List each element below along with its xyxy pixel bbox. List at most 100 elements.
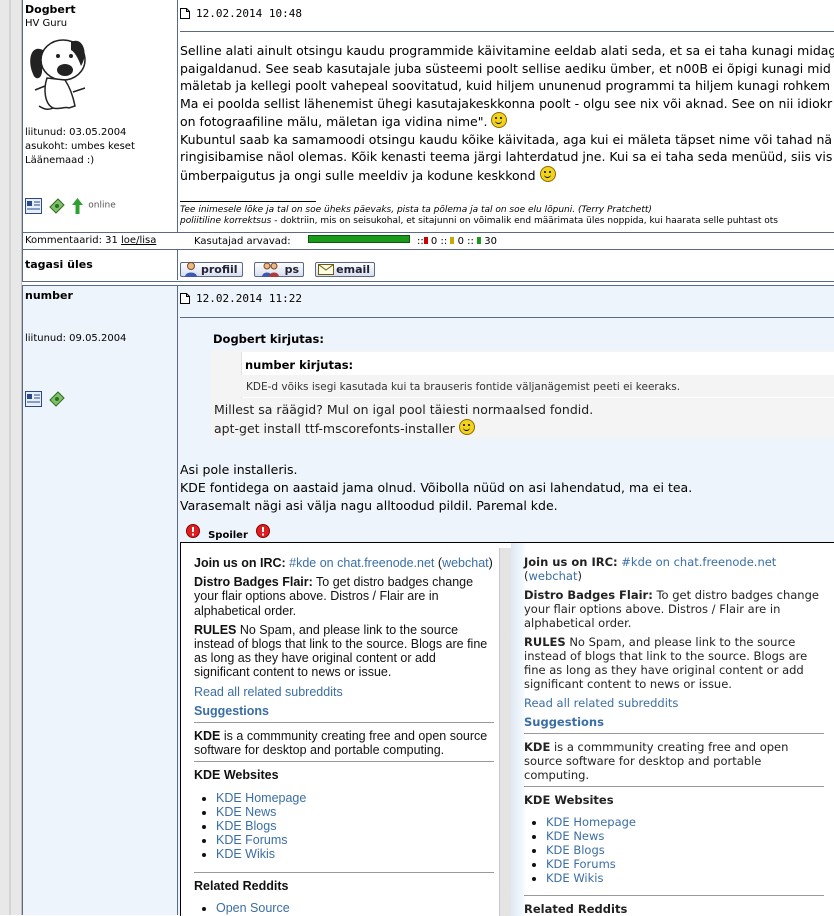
flair-label: Distro Badges Flair: <box>194 575 313 590</box>
post1-user-icons: online <box>25 195 116 214</box>
row-rule <box>22 232 834 233</box>
post1-action-buttons: profiil ps email <box>180 258 381 277</box>
irc-channel-link[interactable]: #kde on chat.freenode.net <box>621 555 776 569</box>
kde-text: is a commmunity creating free and open s… <box>194 729 488 758</box>
signature-rule <box>180 201 316 202</box>
profile-card-icon[interactable] <box>25 390 42 407</box>
post1-line: Kubuntul saab ka samamoodi otsingu kaudu… <box>180 131 833 147</box>
post1-rank: HV Guru <box>25 18 68 29</box>
spoiler-label: Spoiler <box>208 530 248 541</box>
outer-quote-line: apt-get install ttf-mscorefonts-installe… <box>214 421 455 436</box>
exclamation-icon <box>186 523 200 538</box>
related-heading: Related Reddits <box>524 902 628 916</box>
post2-user-icons <box>25 388 65 407</box>
webchat-link[interactable]: webchat <box>442 556 489 570</box>
website-link[interactable]: KDE Homepage <box>546 815 824 829</box>
read-all-link[interactable]: Read all related subreddits <box>194 685 494 699</box>
webchat-link[interactable]: webchat <box>529 569 578 583</box>
post1-location: asukoht: umbes keset <box>25 141 135 152</box>
website-link[interactable]: KDE Forums <box>216 833 494 847</box>
irc-channel-link[interactable]: #kde on chat.freenode.net <box>289 556 434 570</box>
website-link[interactable]: KDE Forums <box>546 857 824 871</box>
post2-username[interactable]: number <box>25 289 73 302</box>
profile-card-icon[interactable] <box>25 197 42 214</box>
website-link[interactable]: KDE Wikis <box>216 847 494 861</box>
post1-line: Ma ei poolda sellist lähenemist ühegi ka… <box>180 95 833 111</box>
suggestions-link[interactable]: Suggestions <box>524 715 824 729</box>
post1-line: paigaldanud. See seab kasutajale juba sü… <box>180 60 831 76</box>
read-all-link[interactable]: Read all related subreddits <box>524 696 824 710</box>
signature: Tee inimesele lõke ja tal on soe üheks p… <box>180 205 778 227</box>
right-sidebar-panel: Join us on IRC: #kde on chat.freenode.ne… <box>524 555 824 916</box>
rating-sep: :: <box>416 236 424 247</box>
exclamation-icon <box>256 523 270 538</box>
post2-joined: liitunud: 09.05.2004 <box>25 333 127 344</box>
user-rating: Kasutajad arvavad: :: 0 :: 0 :: 30 <box>194 235 497 247</box>
spoiler-image: Join us on IRC: #kde on chat.freenode.ne… <box>180 542 834 916</box>
rating-sep: :: <box>440 236 448 247</box>
outer-quote-line: Millest sa räägid? Mul on igal pool täie… <box>214 402 594 417</box>
outer-quote-author: Dogbert kirjutas: <box>213 332 324 346</box>
column-divider <box>177 250 178 280</box>
profile-button[interactable]: profiil <box>180 262 243 277</box>
rating-green-marker <box>477 237 482 244</box>
websites-heading: KDE Websites <box>194 768 279 783</box>
post2-header-rule <box>180 317 834 318</box>
row-rule <box>22 249 834 250</box>
signature-quote: Tee inimesele lõke ja tal on soe üheks p… <box>180 205 652 215</box>
rules-text: No Spam, and please link to the source i… <box>194 622 488 680</box>
spoiler-header[interactable]: Spoiler <box>186 520 270 541</box>
post1-body: Selline alati ainult otsingu kaudu progr… <box>180 42 834 184</box>
panel-divider <box>511 543 525 916</box>
money-icon[interactable] <box>49 197 65 214</box>
post2-line: Varasemalt nägi asi välja nagu alltoodud… <box>180 498 558 513</box>
post1-username[interactable]: Dogbert <box>25 3 76 16</box>
post2-date: 12.02.2014 11:22 <box>196 292 302 305</box>
smiley-icon <box>491 112 508 128</box>
email-button[interactable]: email <box>315 262 376 277</box>
rating-yellow-count: 0 <box>457 236 464 247</box>
rating-red-marker <box>423 237 428 244</box>
back-to-top-link[interactable]: tagasi üles <box>25 258 93 271</box>
post-document-icon <box>180 8 190 19</box>
inner-quote-text: KDE-d võiks isegi kasutada kui ta brause… <box>246 381 681 393</box>
column-divider <box>177 286 178 915</box>
post1-header-rule <box>180 31 834 32</box>
post1-line: ringisibamise näol olemas. Kõik kenasti … <box>180 149 833 164</box>
pm-button[interactable]: ps <box>253 262 305 277</box>
profile-label: profiil <box>201 263 238 276</box>
post1-line: on fotograafiline mälu, mäletan iga vidi… <box>180 114 488 129</box>
post1-joined: liitunud: 03.05.2004 <box>25 127 127 138</box>
kde-label: KDE <box>194 729 221 744</box>
left-window-edge <box>0 0 22 915</box>
user-icon <box>185 262 197 277</box>
rating-bar <box>307 235 410 243</box>
rating-yellow-marker <box>450 237 455 244</box>
online-arrow-icon <box>72 197 84 214</box>
website-link[interactable]: KDE Blogs <box>546 843 824 857</box>
suggestions-link[interactable]: Suggestions <box>194 704 494 718</box>
stats-row: Kommentaarid: 31 loe/lisa <box>25 235 156 246</box>
inner-quote-author: number kirjutas: <box>245 358 354 372</box>
two-users-icon <box>261 262 279 277</box>
outer-quote-text: Millest sa räägid? Mul on igal pool täie… <box>214 401 593 438</box>
online-status: online <box>88 200 116 211</box>
related-link[interactable]: Open Source <box>216 901 494 915</box>
post1-location2: Läänemaad :) <box>25 155 95 166</box>
website-link[interactable]: KDE Blogs <box>216 819 494 833</box>
read-add-link[interactable]: loe/lisa <box>121 235 156 246</box>
post1-line: Selline alati ainult otsingu kaudu progr… <box>180 43 834 58</box>
website-link[interactable]: KDE Wikis <box>546 871 824 885</box>
dog-avatar <box>30 39 86 111</box>
post-document-icon <box>180 293 190 304</box>
website-link[interactable]: KDE News <box>216 805 494 819</box>
post1-line: mäletab ja kellegi poolt vahepeal soovit… <box>180 78 830 93</box>
smiley-icon <box>458 419 475 435</box>
website-link[interactable]: KDE Homepage <box>216 791 494 805</box>
post2-line: Asi pole installeris. <box>180 462 298 477</box>
website-link[interactable]: KDE News <box>546 829 824 843</box>
pm-label: ps <box>284 263 300 276</box>
money-icon[interactable] <box>49 390 65 407</box>
post1-date: 12.02.2014 10:48 <box>196 7 302 20</box>
envelope-icon <box>318 264 335 275</box>
